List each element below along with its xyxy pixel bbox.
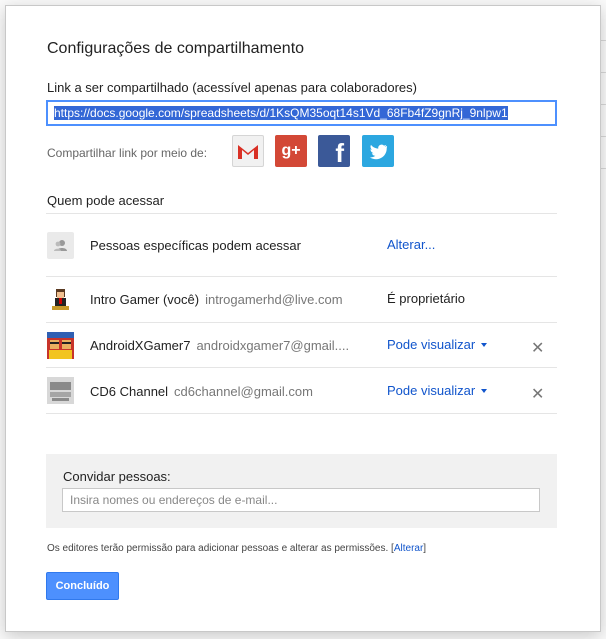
link-label: Link a ser compartilhado (acessível apen… [47,80,417,95]
divider [46,413,557,414]
who-has-access-label: Quem pode acessar [47,193,165,208]
remove-person-icon[interactable]: ✕ [531,384,544,404]
share-link-field[interactable]: https://docs.google.com/spreadsheets/d/1… [46,100,557,126]
permission-label: Pode visualizar [387,383,476,398]
remove-person-icon[interactable]: ✕ [531,338,544,358]
owner-role-label: É proprietário [387,291,466,306]
change-access-link[interactable]: Alterar... [387,237,435,252]
invite-input[interactable]: Insira nomes ou endereços de e-mail... [62,488,540,512]
done-button[interactable]: Concluído [46,572,119,600]
person-email: androidxgamer7@gmail.... [196,338,350,353]
people-icon [47,232,74,259]
google-plus-icon[interactable]: g+ [275,135,307,167]
chevron-down-icon [481,389,488,393]
dialog-title: Configurações de compartilhamento [47,40,305,57]
sharing-settings-dialog: Configurações de compartilhamento Link a… [5,5,601,632]
divider [46,276,557,277]
person-name: Intro Gamer (você) [90,292,200,307]
access-level-text: Pessoas específicas podem acessar [90,238,301,253]
facebook-icon[interactable]: f [318,135,350,168]
chevron-down-icon [481,343,488,347]
avatar [47,332,74,359]
person-email: introgamerhd@live.com [205,292,343,307]
permission-label: Pode visualizar [387,337,476,352]
gmail-icon[interactable] [232,135,264,167]
person-name: CD6 Channel [90,384,169,399]
permission-dropdown[interactable]: Pode visualizar [387,383,488,398]
person-email: cd6channel@gmail.com [174,384,313,399]
change-editors-link[interactable]: Alterar [394,543,423,554]
invite-people-section: Convidar pessoas: Insira nomes ou endere… [46,454,557,528]
share-via-label: Compartilhar link por meio de: [47,146,208,160]
divider [46,213,557,214]
twitter-icon[interactable] [362,135,394,167]
person-row: Intro Gamer (você) introgamerhd@live.com [90,292,343,307]
avatar [47,377,74,404]
permission-dropdown[interactable]: Pode visualizar [387,337,488,352]
editors-note-text: Os editores terão permissão para adicion… [47,543,389,554]
avatar [47,286,74,313]
editors-permission-note: Os editores terão permissão para adicion… [47,543,427,554]
person-name: AndroidXGamer7 [90,338,191,353]
divider [46,367,557,368]
invite-label: Convidar pessoas: [63,469,171,484]
person-row: AndroidXGamer7 androidxgamer7@gmail.... [90,338,349,353]
person-row: CD6 Channel cd6channel@gmail.com [90,384,313,399]
share-link-text: https://docs.google.com/spreadsheets/d/1… [54,106,508,120]
divider [46,322,557,323]
